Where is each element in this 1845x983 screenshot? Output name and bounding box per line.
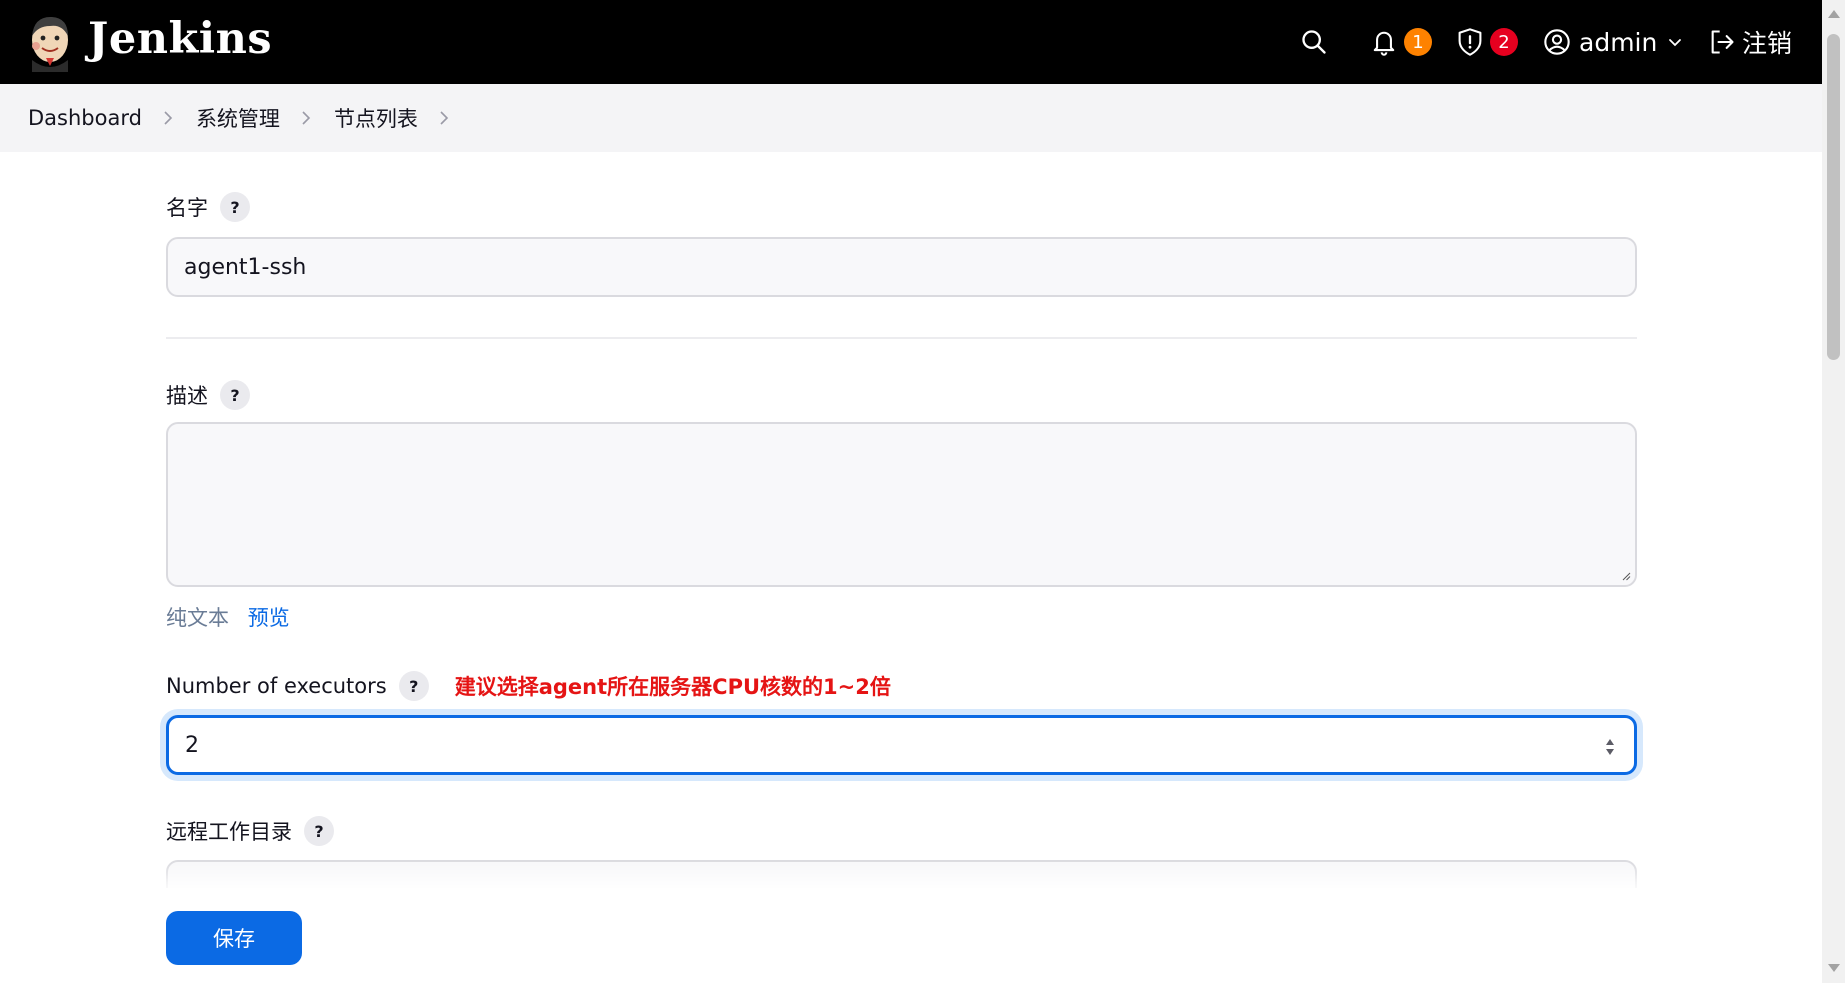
number-stepper-icon[interactable] [1604, 736, 1616, 758]
section-divider [166, 337, 1637, 339]
vertical-scrollbar[interactable] [1822, 0, 1845, 983]
executors-annotation: 建议选择agent所在服务器CPU核数的1~2倍 [454, 675, 891, 699]
logout-label: 注销 [1742, 29, 1793, 58]
executors-help-button[interactable]: ? [398, 671, 429, 701]
search-icon [1302, 30, 1326, 54]
description-label: 描述 [166, 384, 208, 408]
name-help-button[interactable]: ? [220, 192, 250, 222]
logout-button[interactable]: 注销 [1708, 0, 1792, 84]
breadcrumb: Dashboard 系统管理 节点列表 [0, 84, 1822, 152]
notifications-button[interactable]: 1 [1370, 0, 1432, 84]
user-icon [1544, 29, 1570, 55]
preview-link[interactable]: 预览 [248, 606, 290, 630]
scrollbar-thumb[interactable] [1827, 34, 1840, 360]
remote-dir-label: 远程工作目录 [166, 820, 292, 844]
user-menu[interactable]: admin [1543, 0, 1683, 84]
search-button[interactable] [1300, 0, 1328, 84]
resize-grip-icon[interactable] [1621, 571, 1631, 581]
name-input[interactable]: agent1-ssh [166, 237, 1637, 297]
description-label-row: 描述 ? [166, 380, 250, 410]
executors-label-row: Number of executors ? 建议选择agent所在服务器CPU核… [166, 671, 891, 701]
notifications-badge: 1 [1404, 28, 1432, 56]
jenkins-logo-icon[interactable] [26, 12, 74, 72]
executors-number-input[interactable]: 2 [166, 715, 1637, 775]
description-textarea[interactable] [166, 422, 1637, 587]
chevron-right-icon[interactable] [300, 110, 312, 126]
save-button[interactable]: 保存 [166, 911, 302, 965]
scroll-up-arrow-icon[interactable] [1828, 10, 1840, 18]
breadcrumb-item-dashboard[interactable]: Dashboard [28, 106, 142, 130]
name-label: 名字 [166, 196, 208, 220]
security-badge: 2 [1490, 28, 1518, 56]
plain-text-label: 纯文本 [166, 606, 229, 630]
name-label-row: 名字 ? [166, 192, 250, 222]
executors-input-value: 2 [185, 732, 199, 758]
logout-icon [1711, 30, 1734, 54]
top-header: Jenkins 1 2 admin 注销 [0, 0, 1822, 84]
chevron-down-icon [1669, 39, 1682, 47]
name-input-value: agent1-ssh [184, 254, 307, 280]
user-name: admin [1579, 27, 1658, 57]
chevron-right-icon[interactable] [438, 110, 450, 126]
bell-icon [1373, 31, 1395, 56]
breadcrumb-item-nodes[interactable]: 节点列表 [334, 103, 418, 133]
description-help-button[interactable]: ? [220, 380, 250, 410]
remote-dir-help-button[interactable]: ? [304, 816, 334, 846]
executors-label: Number of executors [166, 674, 387, 698]
scroll-down-arrow-icon[interactable] [1828, 964, 1840, 972]
markup-toggle: 纯文本 预览 [166, 602, 290, 632]
shield-icon [1458, 28, 1482, 56]
remote-dir-label-row: 远程工作目录 ? [166, 816, 334, 846]
chevron-right-icon[interactable] [162, 110, 174, 126]
security-button[interactable]: 2 [1456, 0, 1518, 84]
breadcrumb-item-manage[interactable]: 系统管理 [196, 103, 280, 133]
brand-name[interactable]: Jenkins [88, 14, 272, 64]
